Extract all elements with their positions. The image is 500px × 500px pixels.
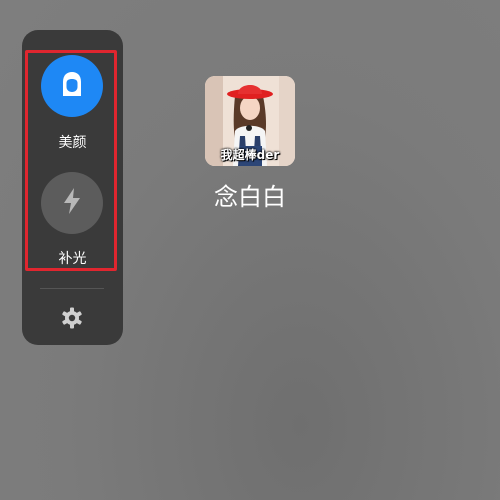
lightning-icon <box>59 186 85 220</box>
beauty-label: 美颜 <box>58 135 87 151</box>
fill-light-button[interactable] <box>41 172 103 234</box>
beauty-face-icon <box>57 69 87 103</box>
beauty-button[interactable] <box>41 55 103 117</box>
gear-icon <box>60 306 84 334</box>
fill-light-label: 补光 <box>58 251 87 267</box>
panel-divider <box>40 288 104 289</box>
settings-button[interactable] <box>58 306 86 334</box>
avatar-caption: 我超棒der <box>220 148 280 162</box>
contact-avatar: 我超棒der <box>205 76 295 166</box>
contact-name: 念白白 <box>214 183 286 211</box>
